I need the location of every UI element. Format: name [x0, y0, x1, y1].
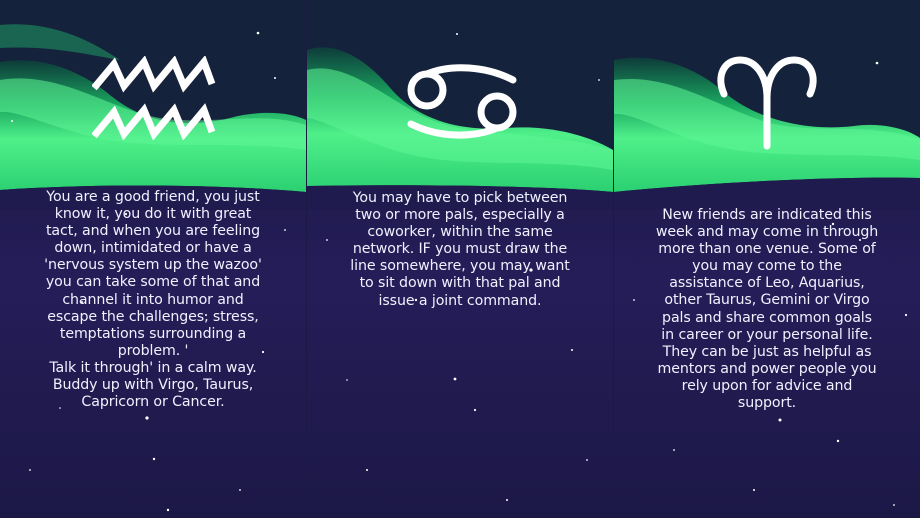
aquarius-panel: You are a good friend, you just know it,… — [0, 0, 306, 518]
horoscope-text: You are a good friend, you just know it,… — [44, 189, 262, 411]
horoscope-text: You may have to pick between two or more… — [350, 190, 570, 309]
aries-symbol — [717, 56, 817, 150]
cancer-symbol — [407, 64, 517, 139]
aries-panel: New friends are indicated this week and … — [614, 0, 920, 518]
aquarius-icon — [92, 56, 216, 140]
horoscope-panels: You are a good friend, you just know it,… — [0, 0, 920, 518]
horoscope-text: New friends are indicated this week and … — [655, 207, 879, 412]
cancer-panel: You may have to pick between two or more… — [307, 0, 613, 518]
